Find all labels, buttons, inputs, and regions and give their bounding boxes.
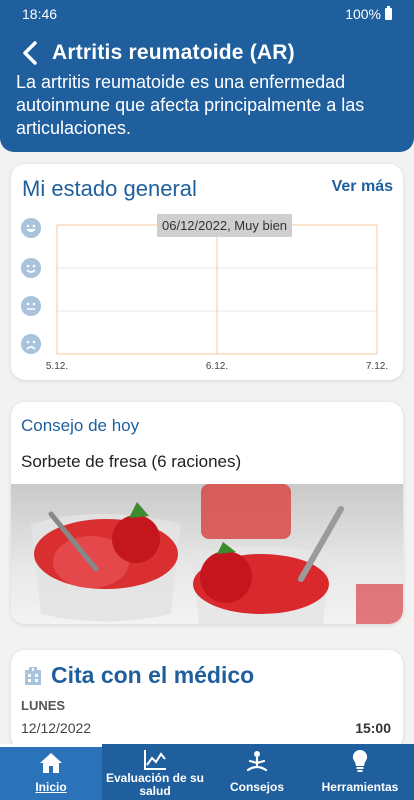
tab-label-inicio: Inicio [35,780,67,794]
home-icon [40,753,62,773]
tab-label-consejos: Consejos [229,780,284,794]
status-chart: 5.12. 6.12. 7.12. [46,224,388,372]
page-title: Artritis reumatoide (AR) [52,41,295,64]
tab-label-herramientas: Herramientas [321,780,399,794]
general-status-card: Mi estado general Ver más 5.12. 6.12. 7.… [11,164,403,380]
hospital-icon [25,667,41,685]
chart-tooltip: 06/12/2022, Muy bien [157,214,293,237]
tab-label-evaluacion: Evaluación de su salud [105,771,205,798]
page-description: La artritis reumatoide es una enfermedad… [16,72,365,138]
daily-tip-card[interactable]: Consejo de hoy Sorbete de fresa (6 racio… [11,402,403,624]
page-header: Artritis reumatoide (AR) La artritis reu… [0,26,414,152]
sad-face-icon [21,334,41,354]
tab-herramientas[interactable]: Herramientas [306,744,414,800]
strawberry-sorbet-image [11,484,403,624]
happy-face-icon [21,258,41,278]
meditation-icon [246,751,268,772]
tab-consejos[interactable]: Consejos [208,744,306,800]
appointment-title: Cita con el médico [51,662,255,688]
back-arrow-icon[interactable] [18,40,44,66]
appointment-card[interactable]: Cita con el médico LUNES 12/12/2022 15:0… [11,650,403,750]
x-tick-2: 6.12. [206,361,228,372]
tip-card-title: Consejo de hoy [21,416,140,435]
lightbulb-icon [352,749,368,772]
neutral-face-icon [21,296,41,316]
battery-percent: 100% [345,6,381,22]
battery-icon [385,6,392,20]
status-battery: 100% [345,6,392,22]
x-tick-3: 7.12. [366,361,388,372]
appointment-date: 12/12/2022 [21,720,92,736]
tip-text: Sorbete de fresa (6 raciones) [21,452,242,471]
sorbet-illustration [31,484,403,624]
x-tick-1: 5.12. [46,361,68,372]
bottom-navigation: Inicio Evaluación de su salud Consejos H… [0,744,414,800]
appointment-time: 15:00 [355,720,391,736]
chart-icon [144,750,166,770]
tab-inicio[interactable]: Inicio [0,744,102,800]
status-time: 18:46 [22,6,58,22]
very-happy-face-icon [21,218,41,238]
status-bar: 18:46 100% [0,0,414,26]
tab-evaluacion[interactable]: Evaluación de su salud [102,744,208,800]
appointment-day: LUNES [21,698,66,713]
